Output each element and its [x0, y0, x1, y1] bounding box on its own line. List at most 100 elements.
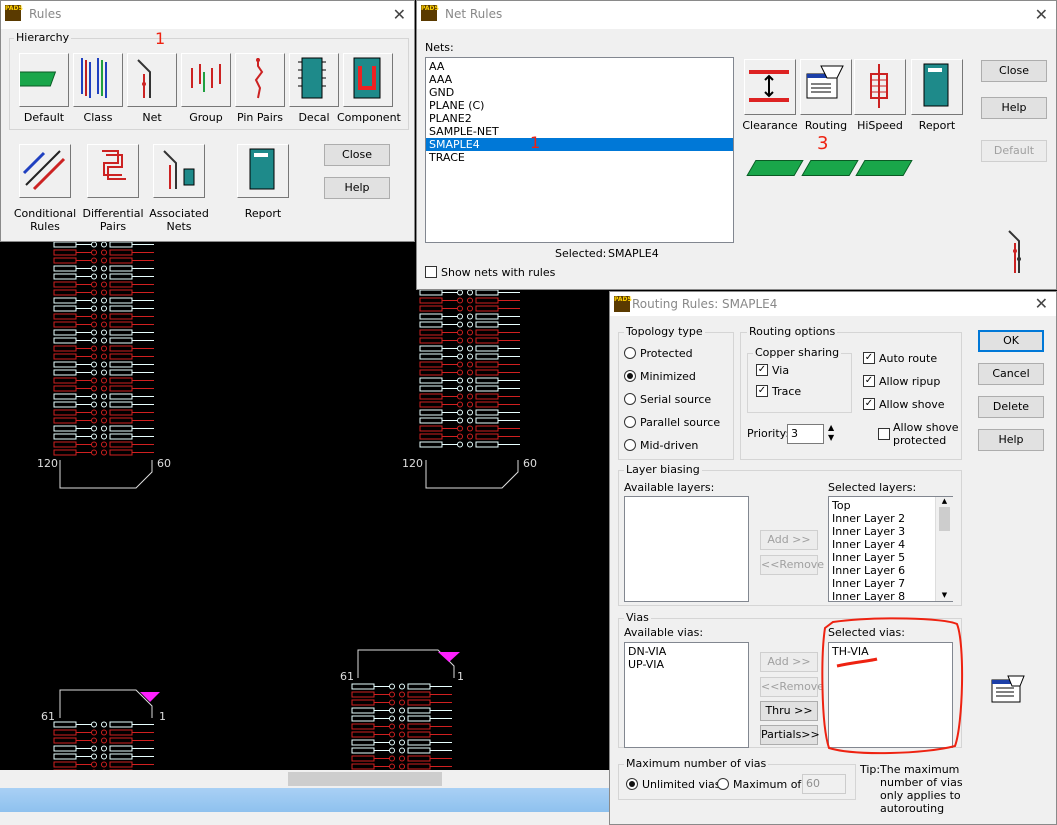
- topology-minimized-radio[interactable]: [624, 370, 636, 382]
- close-icon[interactable]: ✕: [1035, 294, 1048, 313]
- rules-associated-nets-button[interactable]: [153, 144, 205, 198]
- rules-report-button[interactable]: [237, 144, 289, 198]
- rules-default-button[interactable]: [19, 53, 69, 107]
- net-list-item[interactable]: AAA: [426, 73, 733, 86]
- unlimited-vias-radio[interactable]: [626, 778, 638, 790]
- topology-protected-radio[interactable]: [624, 347, 636, 359]
- decal-icon: [298, 57, 326, 99]
- rules-pin-pairs-button[interactable]: [235, 53, 285, 107]
- topology-mid-driven-radio[interactable]: [624, 439, 636, 451]
- available-via-item[interactable]: DN-VIA: [625, 645, 748, 658]
- net-rules-titlebar[interactable]: PADS Net Rules ✕: [417, 1, 1056, 29]
- priority-input[interactable]: 3: [787, 424, 824, 444]
- scroll-down-icon[interactable]: ▼: [936, 591, 953, 599]
- net-list-item[interactable]: PLANE2: [426, 112, 733, 125]
- net-rule-report-button[interactable]: [911, 59, 963, 115]
- rules-close-button[interactable]: Close: [324, 144, 390, 166]
- selected-label: Selected:: [555, 247, 607, 260]
- rules-net-button[interactable]: [127, 53, 177, 107]
- routing-rules-icon: [991, 675, 1025, 703]
- scrollbar-thumb[interactable]: [288, 772, 442, 786]
- priority-spinner-icon[interactable]: ▲ ▼: [828, 423, 834, 443]
- add-layer-button[interactable]: Add >>: [760, 530, 818, 550]
- rules-button-label: Report: [244, 207, 282, 220]
- thru-button[interactable]: Thru >>: [760, 701, 818, 721]
- net-list-item[interactable]: GND: [426, 86, 733, 99]
- copper-sharing-trace-checkbox[interactable]: ✓: [756, 385, 768, 397]
- help-button[interactable]: Help: [978, 429, 1044, 451]
- net-icon: [1008, 230, 1021, 273]
- net-list-item[interactable]: AA: [426, 60, 733, 73]
- clearance-icon: [749, 70, 789, 102]
- rules-group-button[interactable]: [181, 53, 231, 107]
- net-rule-hispeed-button[interactable]: [854, 59, 906, 115]
- net-rules-help-button[interactable]: Help: [981, 97, 1047, 119]
- hispeed-icon: [870, 64, 888, 108]
- rules-component-button[interactable]: [343, 53, 393, 107]
- maximum-vias-input[interactable]: 60: [802, 774, 846, 794]
- net-rule-routing-button[interactable]: [800, 59, 852, 115]
- net-rules-close-button[interactable]: Close: [981, 60, 1047, 82]
- selected-layer-item[interactable]: Inner Layer 7: [829, 577, 952, 590]
- selected-layer-item[interactable]: Top: [829, 499, 952, 512]
- selected-layer-item[interactable]: Inner Layer 8: [829, 590, 952, 601]
- horizontal-scrollbar[interactable]: [0, 770, 610, 788]
- scrollbar-thumb[interactable]: [939, 507, 950, 531]
- close-icon[interactable]: ✕: [1035, 5, 1048, 24]
- routing-icon: [806, 65, 844, 99]
- topology-option-label: Serial source: [640, 393, 712, 406]
- remove-via-button[interactable]: <<Remove: [760, 677, 824, 697]
- selected-layer-item[interactable]: Inner Layer 4: [829, 538, 952, 551]
- allow-ripup-checkbox[interactable]: ✓: [863, 375, 875, 387]
- rules-decal-button[interactable]: [289, 53, 339, 107]
- cancel-button[interactable]: Cancel: [978, 363, 1044, 385]
- allow-shove-protected-checkbox[interactable]: [878, 428, 890, 440]
- remove-layer-button[interactable]: <<Remove: [760, 555, 824, 575]
- rules-class-button[interactable]: [73, 53, 123, 107]
- allow-shove-checkbox[interactable]: ✓: [863, 398, 875, 410]
- nets-list[interactable]: AA AAA GND PLANE (C) PLANE2 SAMPLE-NET SMAPLE4…: [425, 57, 734, 243]
- net-list-item[interactable]: TRACE: [426, 151, 733, 164]
- annotation-highlight: [821, 617, 964, 755]
- rules-differential-pairs-button[interactable]: [87, 144, 139, 198]
- available-layers-list[interactable]: [624, 496, 749, 602]
- topology-parallel-source-radio[interactable]: [624, 416, 636, 428]
- pcb-label-60-left: 60: [157, 457, 171, 470]
- rules-button-label: Nets: [166, 220, 192, 233]
- available-vias-list[interactable]: DN-VIA UP-VIA: [624, 642, 749, 748]
- rules-help-button[interactable]: Help: [324, 177, 390, 199]
- delete-button[interactable]: Delete: [978, 396, 1044, 418]
- pcb-canvas[interactable]: [0, 240, 610, 790]
- close-icon[interactable]: ✕: [393, 5, 406, 24]
- net-list-item[interactable]: SMAPLE4: [426, 138, 733, 151]
- net-list-item[interactable]: PLANE (C): [426, 99, 733, 112]
- rules-titlebar[interactable]: PADS Rules ✕: [1, 1, 414, 29]
- rules-conditional-rules-button[interactable]: [19, 144, 71, 198]
- copper-sharing-via-checkbox[interactable]: ✓: [756, 364, 768, 376]
- partials-button[interactable]: Partials>>: [760, 725, 820, 745]
- add-via-button[interactable]: Add >>: [760, 652, 818, 672]
- hierarchy-label: Hierarchy: [14, 31, 72, 44]
- selected-layer-item[interactable]: Inner Layer 2: [829, 512, 952, 525]
- show-nets-with-rules-checkbox[interactable]: [425, 266, 437, 278]
- selected-layer-item[interactable]: Inner Layer 6: [829, 564, 952, 577]
- scroll-up-icon[interactable]: ▲: [936, 497, 953, 505]
- selected-layers-scrollbar[interactable]: ▲ ▼: [935, 497, 953, 601]
- maximum-of-radio[interactable]: [717, 778, 729, 790]
- routing-pcb-icon: [801, 160, 859, 176]
- selected-layer-item[interactable]: Inner Layer 3: [829, 525, 952, 538]
- auto-route-label: Auto route: [879, 352, 938, 365]
- routing-rules-titlebar[interactable]: PADS Routing Rules: SMAPLE4 ✕: [610, 292, 1056, 316]
- available-via-item[interactable]: UP-VIA: [625, 658, 748, 671]
- priority-label: Priority:: [747, 427, 790, 440]
- net-rules-default-button[interactable]: Default: [981, 140, 1047, 162]
- net-rule-clearance-button[interactable]: [744, 59, 796, 115]
- selected-layer-item[interactable]: Inner Layer 5: [829, 551, 952, 564]
- rules-button-label: Associated: [149, 207, 209, 220]
- maximum-of-label: Maximum of:: [733, 778, 805, 791]
- topology-serial-source-radio[interactable]: [624, 393, 636, 405]
- auto-route-checkbox[interactable]: ✓: [863, 352, 875, 364]
- pads-app-icon: PADS: [614, 296, 632, 312]
- ok-button[interactable]: OK: [978, 330, 1044, 352]
- net-list-item[interactable]: SAMPLE-NET: [426, 125, 733, 138]
